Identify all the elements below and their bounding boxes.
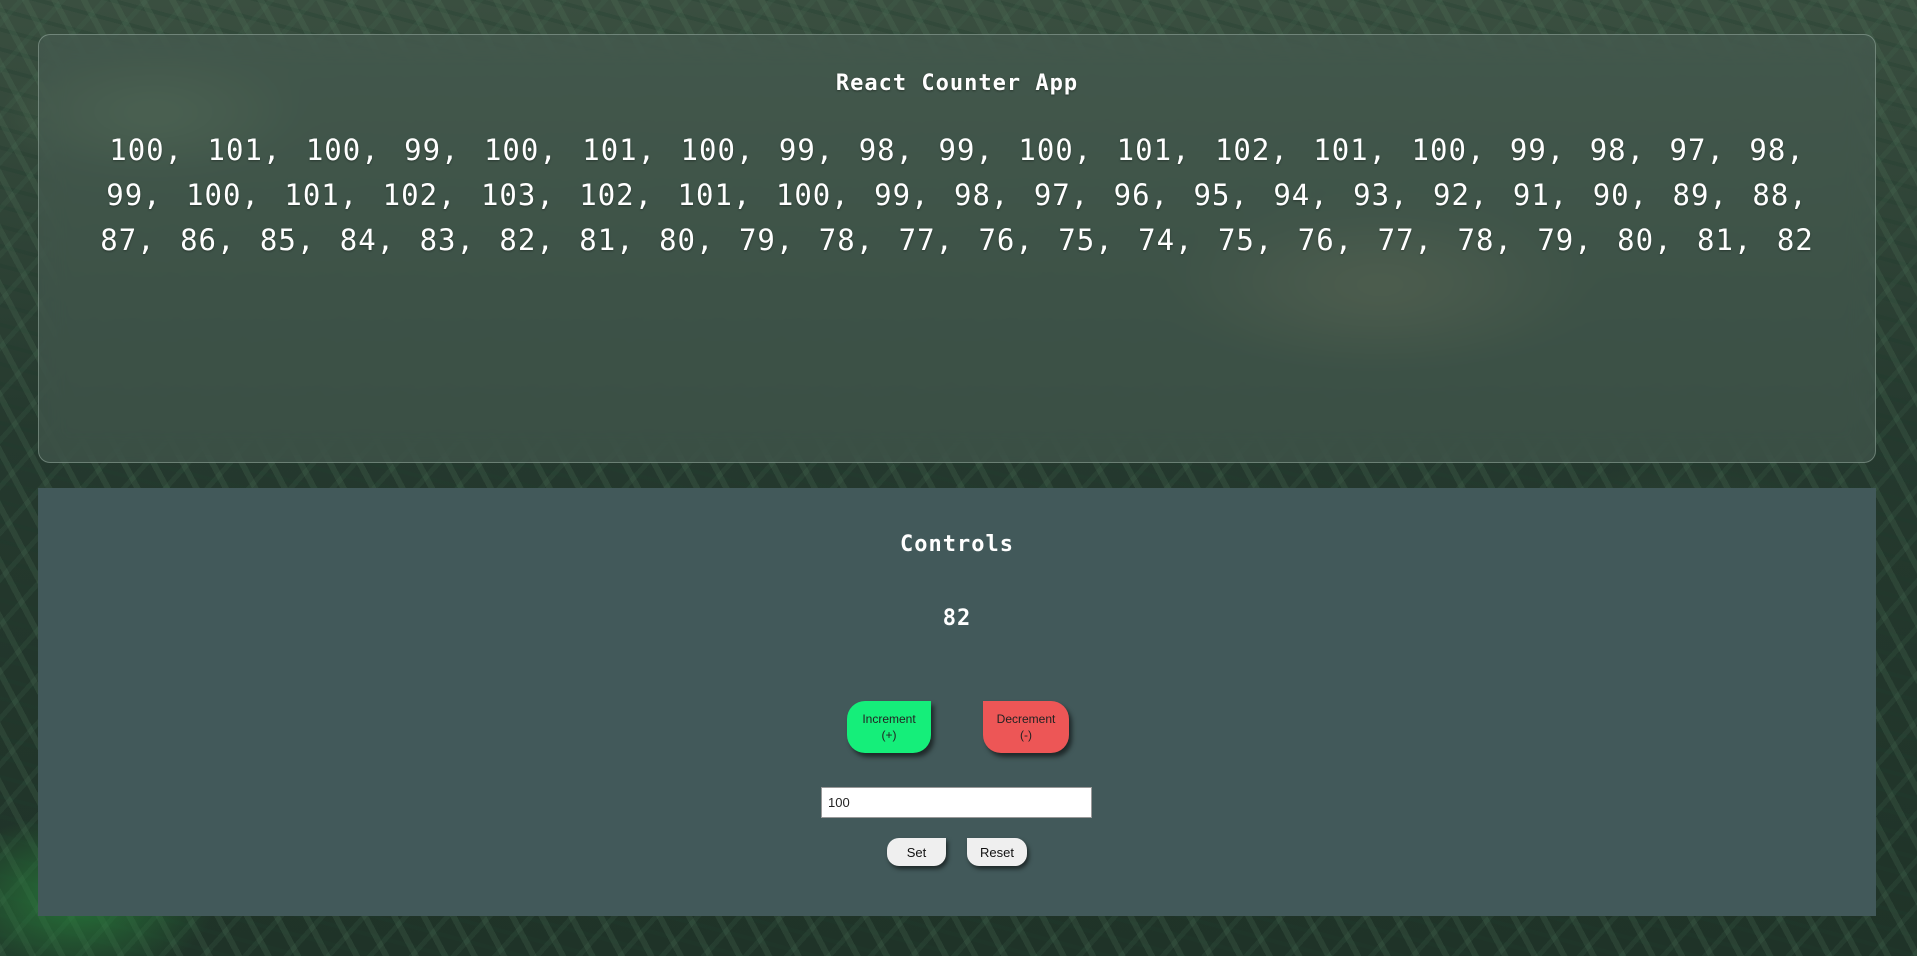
history-panel: React Counter App 100, 101, 100, 99, 100… bbox=[38, 34, 1876, 463]
increment-button[interactable]: Increment (+) bbox=[847, 701, 931, 753]
set-button[interactable]: Set bbox=[887, 838, 946, 866]
decrement-button[interactable]: Decrement (-) bbox=[983, 701, 1069, 753]
controls-panel: Controls 82 Increment (+) Decrement (-) … bbox=[38, 488, 1876, 916]
app-title: React Counter App bbox=[835, 71, 1079, 96]
current-count: 82 bbox=[942, 606, 972, 631]
set-value-input[interactable] bbox=[821, 787, 1092, 818]
increment-decrement-row: Increment (+) Decrement (-) bbox=[38, 701, 1876, 755]
reset-button[interactable]: Reset bbox=[967, 838, 1027, 866]
counter-history: 100, 101, 100, 99, 100, 101, 100, 99, 98… bbox=[100, 133, 1814, 257]
controls-title: Controls bbox=[900, 532, 1014, 557]
